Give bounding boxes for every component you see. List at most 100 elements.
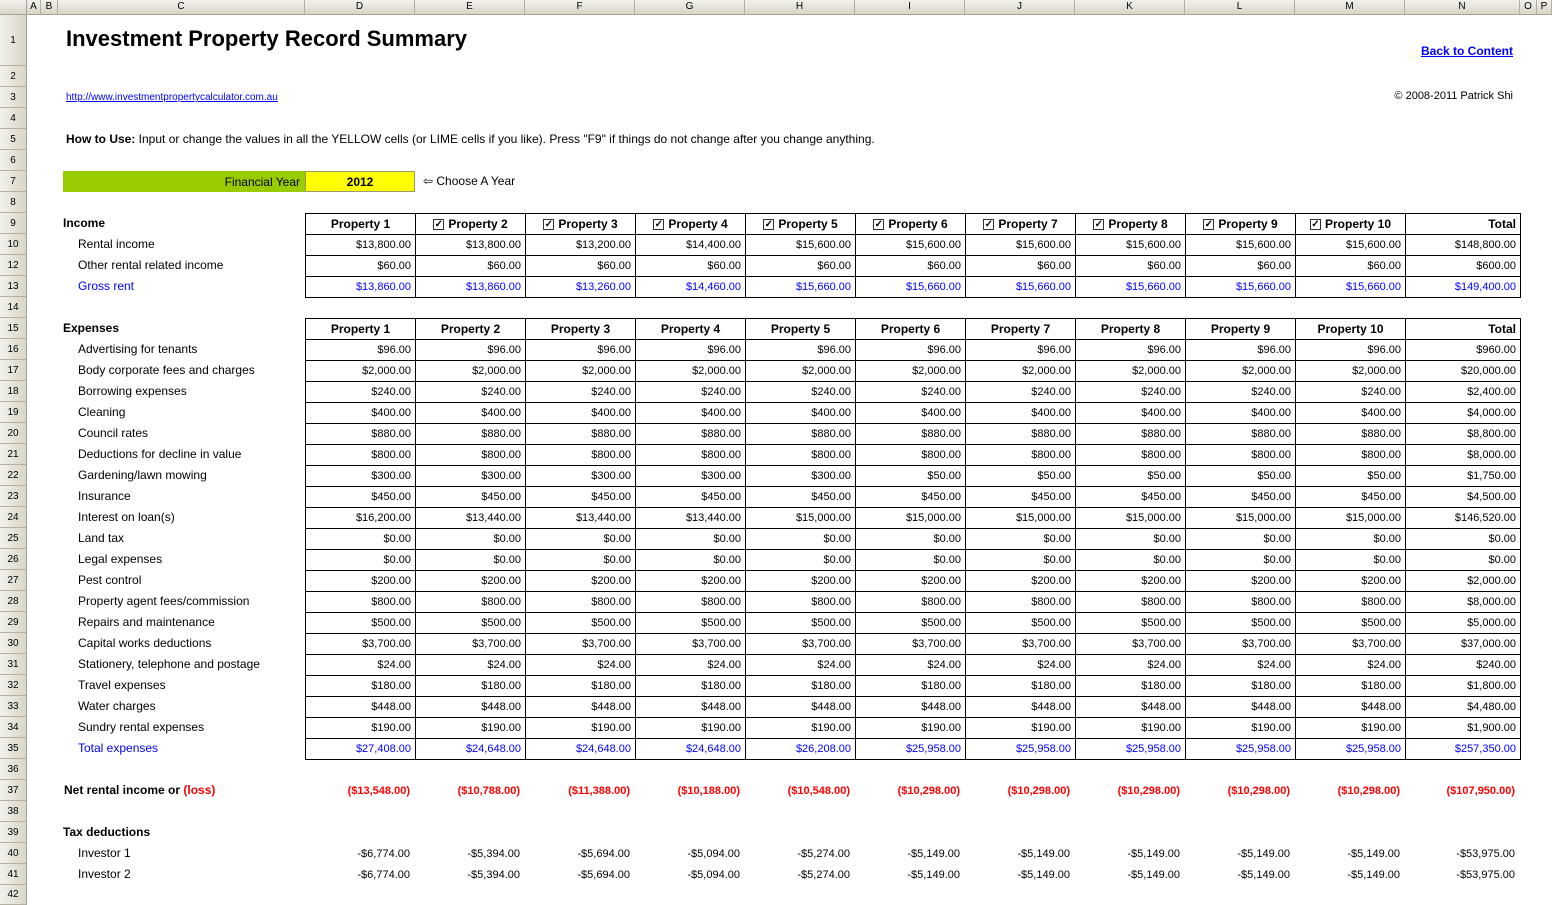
net-cell-6[interactable]: ($10,298.00)	[855, 780, 965, 801]
expenses-cell-r19-c4[interactable]: $190.00	[636, 718, 746, 739]
expenses-cell-r4-c1[interactable]: $400.00	[306, 403, 416, 424]
investor-1-cell-3[interactable]: -$5,694.00	[525, 843, 635, 864]
checkbox-income-property-6[interactable]: ✓	[873, 219, 884, 230]
expenses-cell-r9-c2[interactable]: $13,440.00	[416, 508, 526, 529]
expenses-cell-r9-c5[interactable]: $15,000.00	[746, 508, 856, 529]
financial-year-input-cell[interactable]: 2012	[305, 171, 415, 192]
expenses-cell-r15-c10[interactable]: $3,700.00	[1296, 634, 1406, 655]
expenses-cell-r16-c5[interactable]: $24.00	[746, 655, 856, 676]
expenses-cell-r13-c3[interactable]: $800.00	[526, 592, 636, 613]
row-header-12[interactable]: 12	[0, 255, 27, 276]
income-cell-r1-c2[interactable]: $13,800.00	[416, 235, 526, 256]
row-header-19[interactable]: 19	[0, 402, 27, 423]
net-cell-2[interactable]: ($10,788.00)	[415, 780, 525, 801]
income-cell-r2-c2[interactable]: $60.00	[416, 256, 526, 277]
column-header-G[interactable]: G	[635, 0, 745, 15]
expenses-cell-r7-c11[interactable]: $1,750.00	[1406, 466, 1521, 487]
expenses-cell-r20-c1[interactable]: $27,408.00	[306, 739, 416, 760]
expenses-cell-r16-c8[interactable]: $24.00	[1076, 655, 1186, 676]
row-header-34[interactable]: 34	[0, 717, 27, 738]
expenses-cell-r3-c5[interactable]: $240.00	[746, 382, 856, 403]
expenses-cell-r18-c11[interactable]: $4,480.00	[1406, 697, 1521, 718]
income-cell-r2-c3[interactable]: $60.00	[526, 256, 636, 277]
checkbox-income-property-8[interactable]: ✓	[1093, 219, 1104, 230]
investor-2-cell-4[interactable]: -$5,094.00	[635, 864, 745, 885]
expenses-cell-r8-c9[interactable]: $450.00	[1186, 487, 1296, 508]
expenses-cell-r14-c9[interactable]: $500.00	[1186, 613, 1296, 634]
expenses-cell-r7-c4[interactable]: $300.00	[636, 466, 746, 487]
income-cell-r3-c9[interactable]: $15,660.00	[1186, 277, 1296, 298]
row-header-10[interactable]: 10	[0, 234, 27, 255]
checkbox-income-property-9[interactable]: ✓	[1203, 219, 1214, 230]
expenses-cell-r15-c8[interactable]: $3,700.00	[1076, 634, 1186, 655]
expenses-cell-r5-c7[interactable]: $880.00	[966, 424, 1076, 445]
column-header-H[interactable]: H	[745, 0, 855, 15]
expenses-cell-r1-c5[interactable]: $96.00	[746, 340, 856, 361]
expenses-cell-r10-c11[interactable]: $0.00	[1406, 529, 1521, 550]
expenses-cell-r2-c4[interactable]: $2,000.00	[636, 361, 746, 382]
income-cell-r1-c7[interactable]: $15,600.00	[966, 235, 1076, 256]
expenses-cell-r9-c8[interactable]: $15,000.00	[1076, 508, 1186, 529]
expenses-cell-r9-c6[interactable]: $15,000.00	[856, 508, 966, 529]
income-cell-r1-c4[interactable]: $14,400.00	[636, 235, 746, 256]
expenses-cell-r9-c1[interactable]: $16,200.00	[306, 508, 416, 529]
expenses-cell-r16-c11[interactable]: $240.00	[1406, 655, 1521, 676]
expenses-cell-r15-c1[interactable]: $3,700.00	[306, 634, 416, 655]
expenses-cell-r19-c6[interactable]: $190.00	[856, 718, 966, 739]
expenses-header-2[interactable]: Property 2	[416, 319, 526, 340]
net-cell-3[interactable]: ($11,388.00)	[525, 780, 635, 801]
expenses-cell-r3-c10[interactable]: $240.00	[1296, 382, 1406, 403]
expenses-cell-r14-c5[interactable]: $500.00	[746, 613, 856, 634]
checkbox-income-property-10[interactable]: ✓	[1310, 219, 1321, 230]
income-cell-r1-c3[interactable]: $13,200.00	[526, 235, 636, 256]
expenses-header-1[interactable]: Property 1	[306, 319, 416, 340]
expenses-cell-r6-c9[interactable]: $800.00	[1186, 445, 1296, 466]
expenses-cell-r6-c11[interactable]: $8,000.00	[1406, 445, 1521, 466]
investor-1-cell-7[interactable]: -$5,149.00	[965, 843, 1075, 864]
row-header-4[interactable]: 4	[0, 108, 27, 129]
column-header-P[interactable]: P	[1537, 0, 1552, 15]
select-all-corner[interactable]	[0, 0, 27, 15]
income-cell-r1-c11[interactable]: $148,800.00	[1406, 235, 1521, 256]
expenses-cell-r19-c5[interactable]: $190.00	[746, 718, 856, 739]
row-header-38[interactable]: 38	[0, 801, 27, 822]
checkbox-income-property-2[interactable]: ✓	[433, 219, 444, 230]
row-header-17[interactable]: 17	[0, 360, 27, 381]
expenses-cell-r10-c2[interactable]: $0.00	[416, 529, 526, 550]
expenses-cell-r8-c10[interactable]: $450.00	[1296, 487, 1406, 508]
net-cell-7[interactable]: ($10,298.00)	[965, 780, 1075, 801]
row-header-24[interactable]: 24	[0, 507, 27, 528]
expenses-cell-r17-c8[interactable]: $180.00	[1076, 676, 1186, 697]
net-cell-4[interactable]: ($10,188.00)	[635, 780, 745, 801]
back-to-content-link[interactable]: Back to Content	[1421, 44, 1513, 58]
expenses-cell-r14-c7[interactable]: $500.00	[966, 613, 1076, 634]
expenses-cell-r3-c3[interactable]: $240.00	[526, 382, 636, 403]
expenses-cell-r1-c2[interactable]: $96.00	[416, 340, 526, 361]
income-header-11[interactable]: Total	[1406, 214, 1521, 235]
expenses-cell-r12-c9[interactable]: $200.00	[1186, 571, 1296, 592]
expenses-cell-r17-c7[interactable]: $180.00	[966, 676, 1076, 697]
row-header-13[interactable]: 13	[0, 276, 27, 297]
expenses-cell-r7-c3[interactable]: $300.00	[526, 466, 636, 487]
row-header-3[interactable]: 3	[0, 87, 27, 108]
row-header-18[interactable]: 18	[0, 381, 27, 402]
row-header-42[interactable]: 42	[0, 885, 27, 905]
expenses-cell-r9-c4[interactable]: $13,440.00	[636, 508, 746, 529]
expenses-cell-r1-c9[interactable]: $96.00	[1186, 340, 1296, 361]
net-cell-8[interactable]: ($10,298.00)	[1075, 780, 1185, 801]
row-header-30[interactable]: 30	[0, 633, 27, 654]
income-cell-r3-c6[interactable]: $15,660.00	[856, 277, 966, 298]
expenses-cell-r4-c11[interactable]: $4,000.00	[1406, 403, 1521, 424]
expenses-cell-r19-c2[interactable]: $190.00	[416, 718, 526, 739]
expenses-cell-r9-c11[interactable]: $146,520.00	[1406, 508, 1521, 529]
income-cell-r2-c4[interactable]: $60.00	[636, 256, 746, 277]
expenses-cell-r9-c10[interactable]: $15,000.00	[1296, 508, 1406, 529]
expenses-cell-r19-c8[interactable]: $190.00	[1076, 718, 1186, 739]
checkbox-income-property-3[interactable]: ✓	[543, 219, 554, 230]
expenses-cell-r11-c3[interactable]: $0.00	[526, 550, 636, 571]
row-header-32[interactable]: 32	[0, 675, 27, 696]
expenses-cell-r8-c2[interactable]: $450.00	[416, 487, 526, 508]
investor-2-cell-5[interactable]: -$5,274.00	[745, 864, 855, 885]
expenses-cell-r15-c2[interactable]: $3,700.00	[416, 634, 526, 655]
expenses-cell-r17-c2[interactable]: $180.00	[416, 676, 526, 697]
